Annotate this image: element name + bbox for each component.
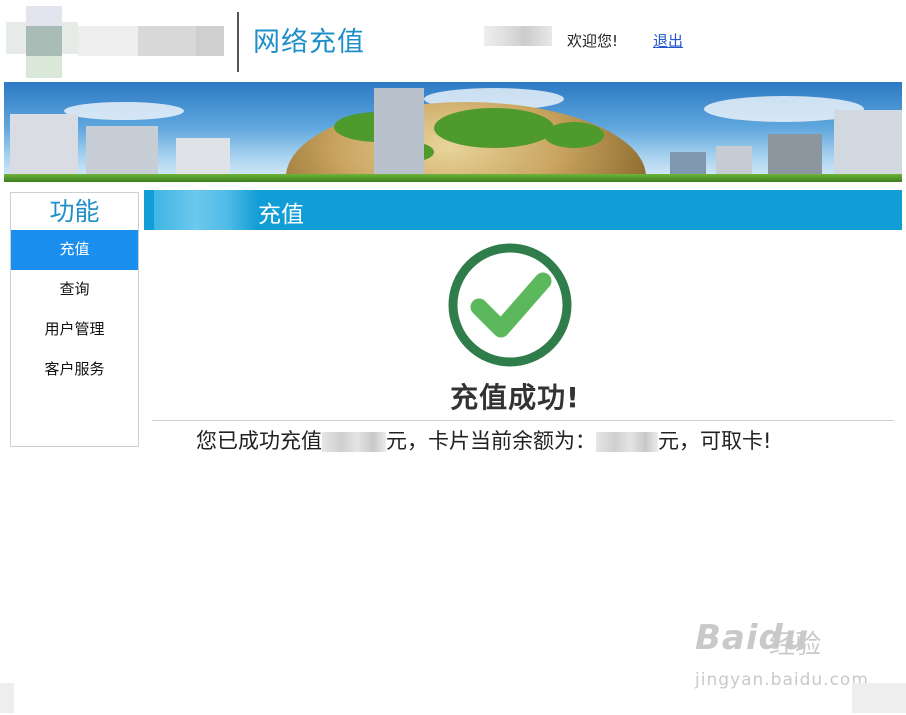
sidebar-title: 功能	[49, 197, 100, 226]
watermark-url: jingyan.baidu.com	[695, 670, 869, 690]
success-message: 您已成功充值 元，卡片当前余额为： 元，可取卡!	[196, 425, 771, 455]
logout-link[interactable]: 退出	[653, 30, 683, 51]
amount-blurred	[322, 432, 386, 452]
message-part-2: 元，卡片当前余额为：	[386, 429, 596, 453]
success-title: 充值成功!	[450, 381, 580, 414]
sidebar-item-recharge[interactable]: 充值	[11, 230, 138, 270]
message-part-3: 元，可取卡!	[658, 429, 772, 453]
balance-blurred	[596, 432, 658, 452]
content-header: 充值	[144, 190, 902, 230]
username-blurred	[484, 26, 552, 46]
content-divider	[152, 420, 894, 421]
bottom-left-edge	[0, 683, 14, 713]
site-logo	[6, 6, 226, 78]
check-circle-icon	[446, 241, 574, 369]
bottom-right-edge	[852, 683, 906, 713]
header-divider	[237, 12, 239, 72]
baidu-watermark: Baidu 经验 jingyan.baidu.com	[695, 618, 868, 694]
sidebar-item-query[interactable]: 查询	[11, 270, 138, 310]
watermark-brand-cn: 经验	[769, 630, 822, 660]
site-title: 网络充值	[253, 27, 365, 58]
section-prefix-blurred	[154, 190, 259, 230]
section-title: 充值	[258, 202, 304, 228]
sidebar-item-user-management[interactable]: 用户管理	[11, 310, 138, 350]
message-part-1: 您已成功充值	[196, 429, 322, 453]
header-banner	[4, 82, 902, 182]
welcome-text: 欢迎您!	[567, 32, 619, 50]
